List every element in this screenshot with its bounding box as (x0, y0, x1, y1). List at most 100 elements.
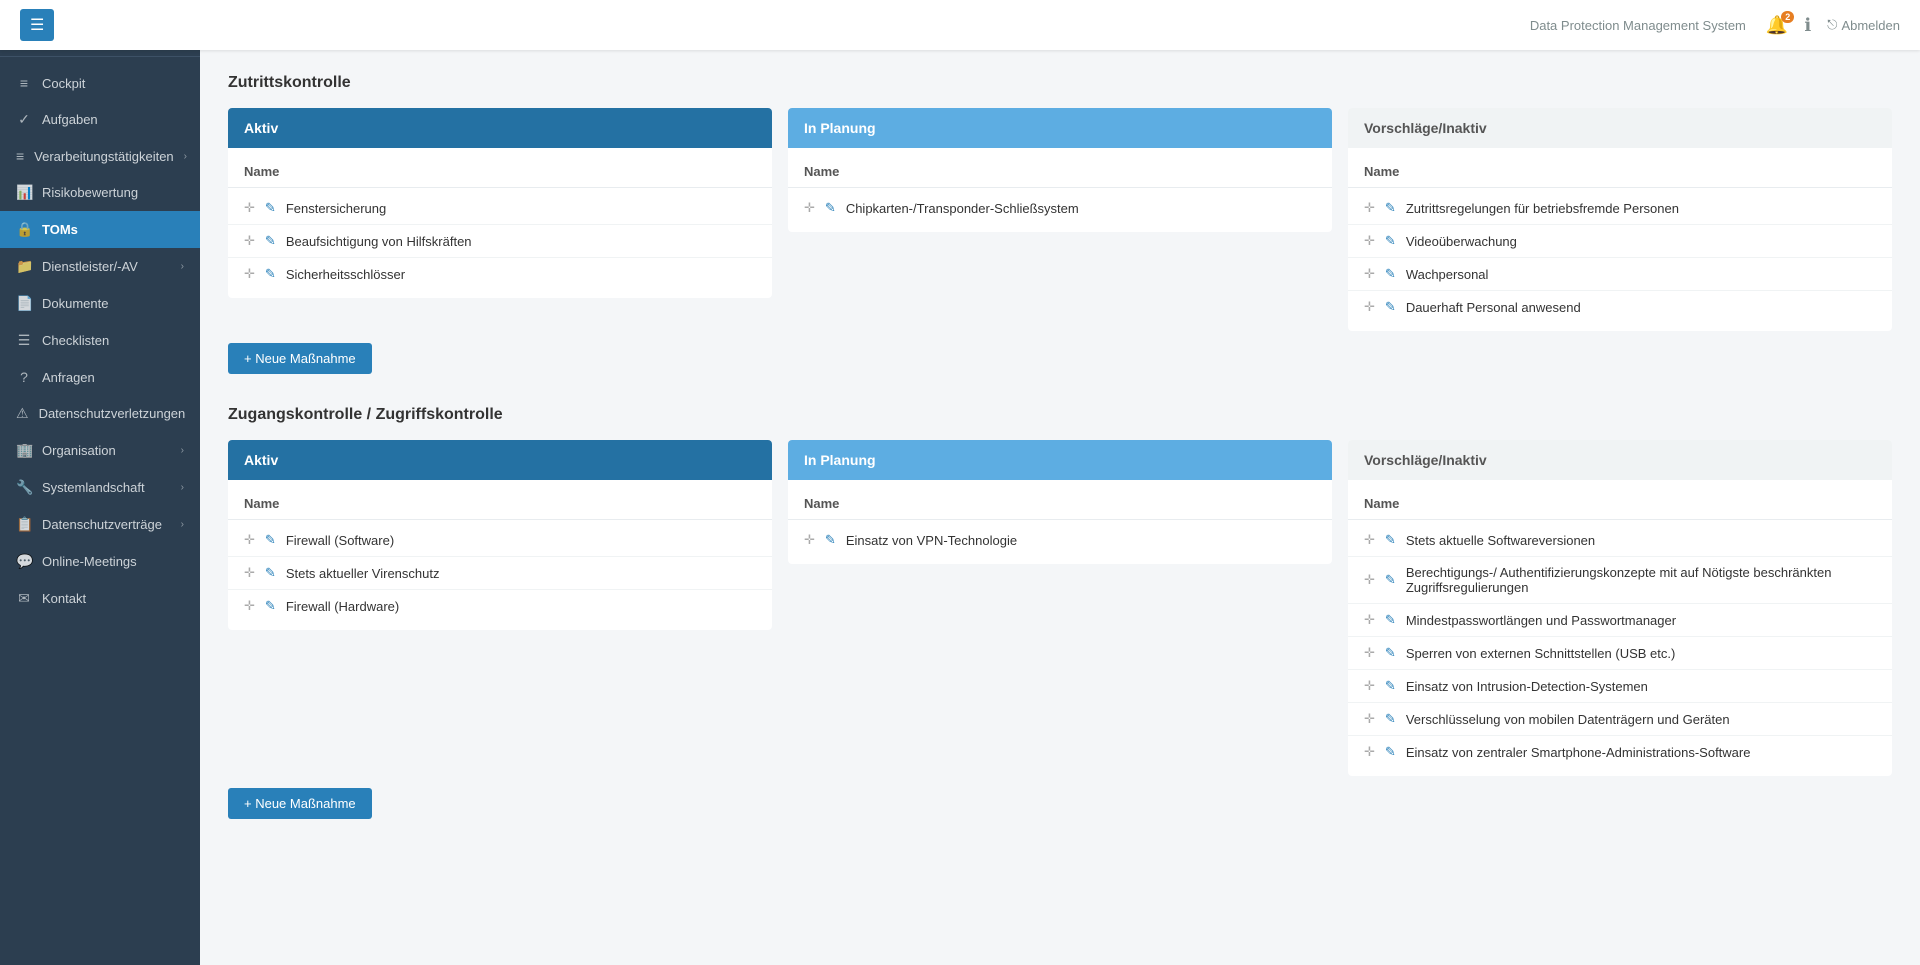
edit-icon[interactable]: ✎ (265, 266, 276, 282)
add-massnahme-button[interactable]: + Neue Maßnahme (228, 788, 372, 819)
edit-icon[interactable]: ✎ (825, 200, 836, 216)
edit-icon[interactable]: ✎ (265, 532, 276, 548)
sidebar-item-datenschutzverletzungen[interactable]: ⚠ Datenschutzverletzungen (0, 395, 200, 432)
drag-handle-icon[interactable]: ✛ (244, 532, 255, 548)
sidebar-item-label: Dokumente (42, 296, 108, 311)
logout-button[interactable]: ⎋ Abmelden (1827, 17, 1900, 33)
chevron-right-icon: › (181, 519, 184, 530)
chevron-right-icon: › (181, 482, 184, 493)
systemlandschaft-icon: 🔧 (16, 479, 32, 496)
dienstleister-av-icon: 📁 (16, 258, 32, 275)
card-col-header: Name (1348, 156, 1892, 188)
edit-icon[interactable]: ✎ (1385, 200, 1396, 216)
sidebar-item-dienstleister-av[interactable]: 📁 Dienstleister/-AV › (0, 248, 200, 285)
sidebar-item-verarbeitungstaetigkeiten[interactable]: ≡ Verarbeitungstätigkeiten › (0, 138, 200, 174)
sidebar-item-kontakt[interactable]: ✉ Kontakt (0, 580, 200, 617)
sidebar-item-label: Checklisten (42, 333, 109, 348)
card-body: Name ✛ ✎ Chipkarten-/Transponder-Schließ… (788, 148, 1332, 232)
drag-handle-icon[interactable]: ✛ (244, 200, 255, 216)
logout-label: Abmelden (1841, 18, 1900, 33)
info-icon[interactable]: ℹ (1804, 15, 1811, 36)
edit-icon[interactable]: ✎ (1385, 266, 1396, 282)
row-text: Einsatz von zentraler Smartphone-Adminis… (1406, 745, 1876, 760)
logout-arrow-icon: ⎋ (1827, 17, 1837, 33)
card-row: ✛ ✎ Einsatz von VPN-Technologie (788, 524, 1332, 556)
sidebar-item-toms[interactable]: 🔒 TOMs (0, 211, 200, 248)
edit-icon[interactable]: ✎ (1385, 678, 1396, 694)
edit-icon[interactable]: ✎ (265, 598, 276, 614)
drag-handle-icon[interactable]: ✛ (244, 233, 255, 249)
toms-icon: 🔒 (16, 221, 32, 238)
drag-handle-icon[interactable]: ✛ (804, 532, 815, 548)
notifications-icon[interactable]: 🔔 2 (1766, 15, 1788, 36)
drag-handle-icon[interactable]: ✛ (1364, 233, 1375, 249)
anfragen-icon: ? (16, 369, 32, 385)
edit-icon[interactable]: ✎ (1385, 299, 1396, 315)
sidebar-nav: ≡ Cockpit ✓ Aufgaben ≡ Verarbeitungstäti… (0, 57, 200, 965)
card-row: ✛ ✎ Berechtigungs-/ Authentifizierungsko… (1348, 557, 1892, 604)
card-row: ✛ ✎ Einsatz von Intrusion-Detection-Syst… (1348, 670, 1892, 703)
sidebar-item-risikobewertung[interactable]: 📊 Risikobewertung (0, 174, 200, 211)
sidebar-item-checklisten[interactable]: ☰ Checklisten (0, 322, 200, 359)
card-row: ✛ ✎ Einsatz von zentraler Smartphone-Adm… (1348, 736, 1892, 768)
sidebar-item-label: Aufgaben (42, 112, 98, 127)
drag-handle-icon[interactable]: ✛ (1364, 744, 1375, 760)
sidebar-item-label: Datenschutzverträge (42, 517, 162, 532)
drag-handle-icon[interactable]: ✛ (1364, 299, 1375, 315)
edit-icon[interactable]: ✎ (1385, 645, 1396, 661)
edit-icon[interactable]: ✎ (265, 200, 276, 216)
columns: AktivName ✛ ✎ Firewall (Software) ✛ ✎ St… (228, 440, 1892, 776)
drag-handle-icon[interactable]: ✛ (1364, 678, 1375, 694)
sidebar-item-dokumente[interactable]: 📄 Dokumente (0, 285, 200, 322)
menu-button[interactable]: ☰ (20, 9, 54, 41)
edit-icon[interactable]: ✎ (1385, 744, 1396, 760)
chevron-right-icon: › (181, 261, 184, 272)
card-aktiv: AktivName ✛ ✎ Fenstersicherung ✛ ✎ Beauf… (228, 108, 772, 298)
sidebar-item-anfragen[interactable]: ? Anfragen (0, 359, 200, 395)
edit-icon[interactable]: ✎ (1385, 711, 1396, 727)
sidebar-item-cockpit[interactable]: ≡ Cockpit (0, 65, 200, 101)
edit-icon[interactable]: ✎ (1385, 532, 1396, 548)
sidebar-item-label: Online-Meetings (42, 554, 137, 569)
drag-handle-icon[interactable]: ✛ (1364, 645, 1375, 661)
row-text: Wachpersonal (1406, 267, 1876, 282)
drag-handle-icon[interactable]: ✛ (244, 598, 255, 614)
edit-icon[interactable]: ✎ (825, 532, 836, 548)
card-row: ✛ ✎ Wachpersonal (1348, 258, 1892, 291)
drag-handle-icon[interactable]: ✛ (804, 200, 815, 216)
drag-handle-icon[interactable]: ✛ (1364, 532, 1375, 548)
sidebar-item-systemlandschaft[interactable]: 🔧 Systemlandschaft › (0, 469, 200, 506)
row-text: Beaufsichtigung von Hilfskräften (286, 234, 756, 249)
sidebar-item-online-meetings[interactable]: 💬 Online-Meetings (0, 543, 200, 580)
drag-handle-icon[interactable]: ✛ (1364, 612, 1375, 628)
row-text: Einsatz von Intrusion-Detection-Systemen (1406, 679, 1876, 694)
add-massnahme-button[interactable]: + Neue Maßnahme (228, 343, 372, 374)
drag-handle-icon[interactable]: ✛ (1364, 711, 1375, 727)
card-row: ✛ ✎ Videoüberwachung (1348, 225, 1892, 258)
row-text: Firewall (Hardware) (286, 599, 756, 614)
edit-icon[interactable]: ✎ (1385, 612, 1396, 628)
section-zugangskontrolle: Zugangskontrolle / ZugriffskontrolleAkti… (228, 406, 1892, 819)
edit-icon[interactable]: ✎ (265, 565, 276, 581)
row-text: Sicherheitsschlösser (286, 267, 756, 282)
row-text: Fenstersicherung (286, 201, 756, 216)
sidebar-item-organisation[interactable]: 🏢 Organisation › (0, 432, 200, 469)
verarbeitungstaetigkeiten-icon: ≡ (16, 148, 24, 164)
online-meetings-icon: 💬 (16, 553, 32, 570)
drag-handle-icon[interactable]: ✛ (244, 565, 255, 581)
sidebar-item-label: Systemlandschaft (42, 480, 145, 495)
chevron-right-icon: › (184, 151, 187, 162)
sidebar-item-aufgaben[interactable]: ✓ Aufgaben (0, 101, 200, 138)
edit-icon[interactable]: ✎ (1385, 572, 1396, 588)
drag-handle-icon[interactable]: ✛ (1364, 200, 1375, 216)
card-body: Name ✛ ✎ Zutrittsregelungen für betriebs… (1348, 148, 1892, 331)
card-row: ✛ ✎ Firewall (Software) (228, 524, 772, 557)
edit-icon[interactable]: ✎ (265, 233, 276, 249)
card-aktiv: AktivName ✛ ✎ Firewall (Software) ✛ ✎ St… (228, 440, 772, 630)
drag-handle-icon[interactable]: ✛ (1364, 572, 1375, 588)
drag-handle-icon[interactable]: ✛ (244, 266, 255, 282)
drag-handle-icon[interactable]: ✛ (1364, 266, 1375, 282)
row-text: Berechtigungs-/ Authentifizierungskonzep… (1406, 565, 1876, 595)
sidebar-item-datenschutzvertraege[interactable]: 📋 Datenschutzverträge › (0, 506, 200, 543)
edit-icon[interactable]: ✎ (1385, 233, 1396, 249)
